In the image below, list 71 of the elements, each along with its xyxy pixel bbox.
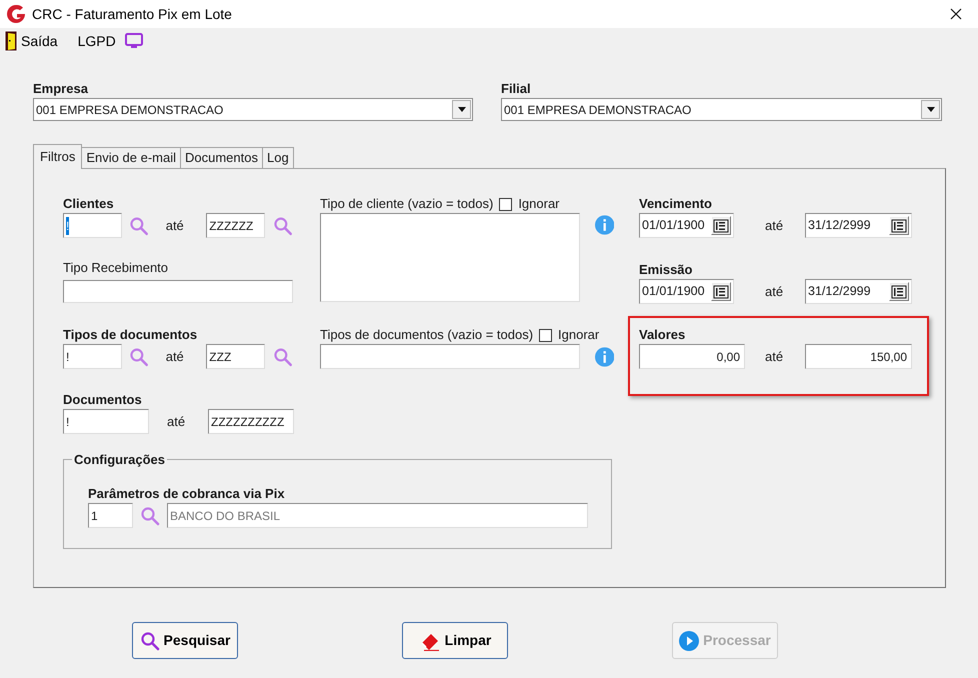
date-field[interactable]: 01/01/1900 [639,213,734,238]
calendar-icon [891,284,907,298]
field-label: Tipos de documentos [63,326,198,344]
input-field[interactable]: ! [63,344,122,369]
field-label: Tipo Recebimento [63,259,170,277]
separator-label: até [166,348,185,366]
field-label: Valores [639,326,686,344]
separator-label: até [765,216,784,235]
menu-item[interactable]: LGPD [78,30,144,52]
input-field[interactable] [63,280,293,303]
field-label: Vencimento [639,195,713,213]
tab[interactable]: Log [262,147,294,168]
input-field[interactable]: ZZZ [206,344,266,369]
calendar-icon [891,218,907,232]
search-icon [140,630,160,650]
input-field[interactable]: 150,00 [805,344,912,369]
dropdown-arrow-icon [926,107,934,112]
field-label: Documentos [63,391,143,409]
search-icon [273,346,294,366]
calendar-icon [713,284,729,298]
search-icon [273,216,294,236]
search-icon [129,346,149,366]
date-field[interactable]: 31/12/2999 [805,213,912,238]
checkbox[interactable] [539,328,552,342]
dropdown[interactable]: 001 EMPRESA DEMONSTRACAO [33,98,473,121]
info-icon [594,346,614,366]
info-icon [594,215,614,235]
app-logo-icon [6,4,26,24]
field-label: Filial [501,80,532,98]
input-field[interactable]: 1 [88,503,133,528]
input-field[interactable] [320,344,580,369]
dropdown[interactable]: 001 EMPRESA DEMONSTRACAO [501,98,942,121]
checkbox-label: Ignorar [558,326,600,344]
input-field[interactable]: BANCO DO BRASIL [167,503,588,528]
field-label: Tipo de cliente (vazio = todos) [320,195,494,214]
separator-label: até [765,348,784,366]
separator-label: até [167,412,186,431]
field-label: Emissão [639,261,694,279]
input-field[interactable]: ZZZZZZZZZZ [208,409,294,434]
input-field[interactable]: ZZZZZZ [206,213,266,238]
search-icon [140,506,160,526]
menu-item[interactable]: Saída [5,30,58,52]
calendar-button[interactable] [889,216,909,235]
field-label: Parâmetros de cobranca via Pix [88,485,286,503]
calendar-button[interactable] [889,282,909,301]
date-field[interactable]: 01/01/1900 [639,279,734,304]
search-button[interactable]: Pesquisar [132,622,238,659]
input-field[interactable] [320,213,580,302]
tab[interactable]: Filtros [33,144,82,169]
eraser-button[interactable]: Limpar [402,622,508,659]
close-icon [950,8,962,20]
field-label: Tipos de documentos (vazio = todos) [320,326,534,344]
input-field[interactable]: ! [63,409,149,434]
play-icon [679,630,700,650]
monitor-icon [124,32,144,50]
checkbox[interactable] [499,198,512,210]
separator-label: até [765,282,784,301]
field-label: Empresa [33,80,89,98]
field-label: Clientes [63,195,115,213]
window-title: CRC - Faturamento Pix em Lote [32,4,232,24]
input-field[interactable]: 0,00 [639,344,745,369]
separator-label: até [166,216,185,235]
dropdown-arrow-icon [458,107,466,112]
date-field[interactable]: 31/12/2999 [805,279,912,304]
input-field[interactable]: ! [63,213,122,238]
calendar-icon [713,218,729,232]
calendar-button[interactable] [711,282,731,301]
door-icon [5,31,17,51]
checkbox-label: Ignorar [518,195,560,214]
calendar-button[interactable] [711,216,731,235]
search-icon [129,216,149,236]
